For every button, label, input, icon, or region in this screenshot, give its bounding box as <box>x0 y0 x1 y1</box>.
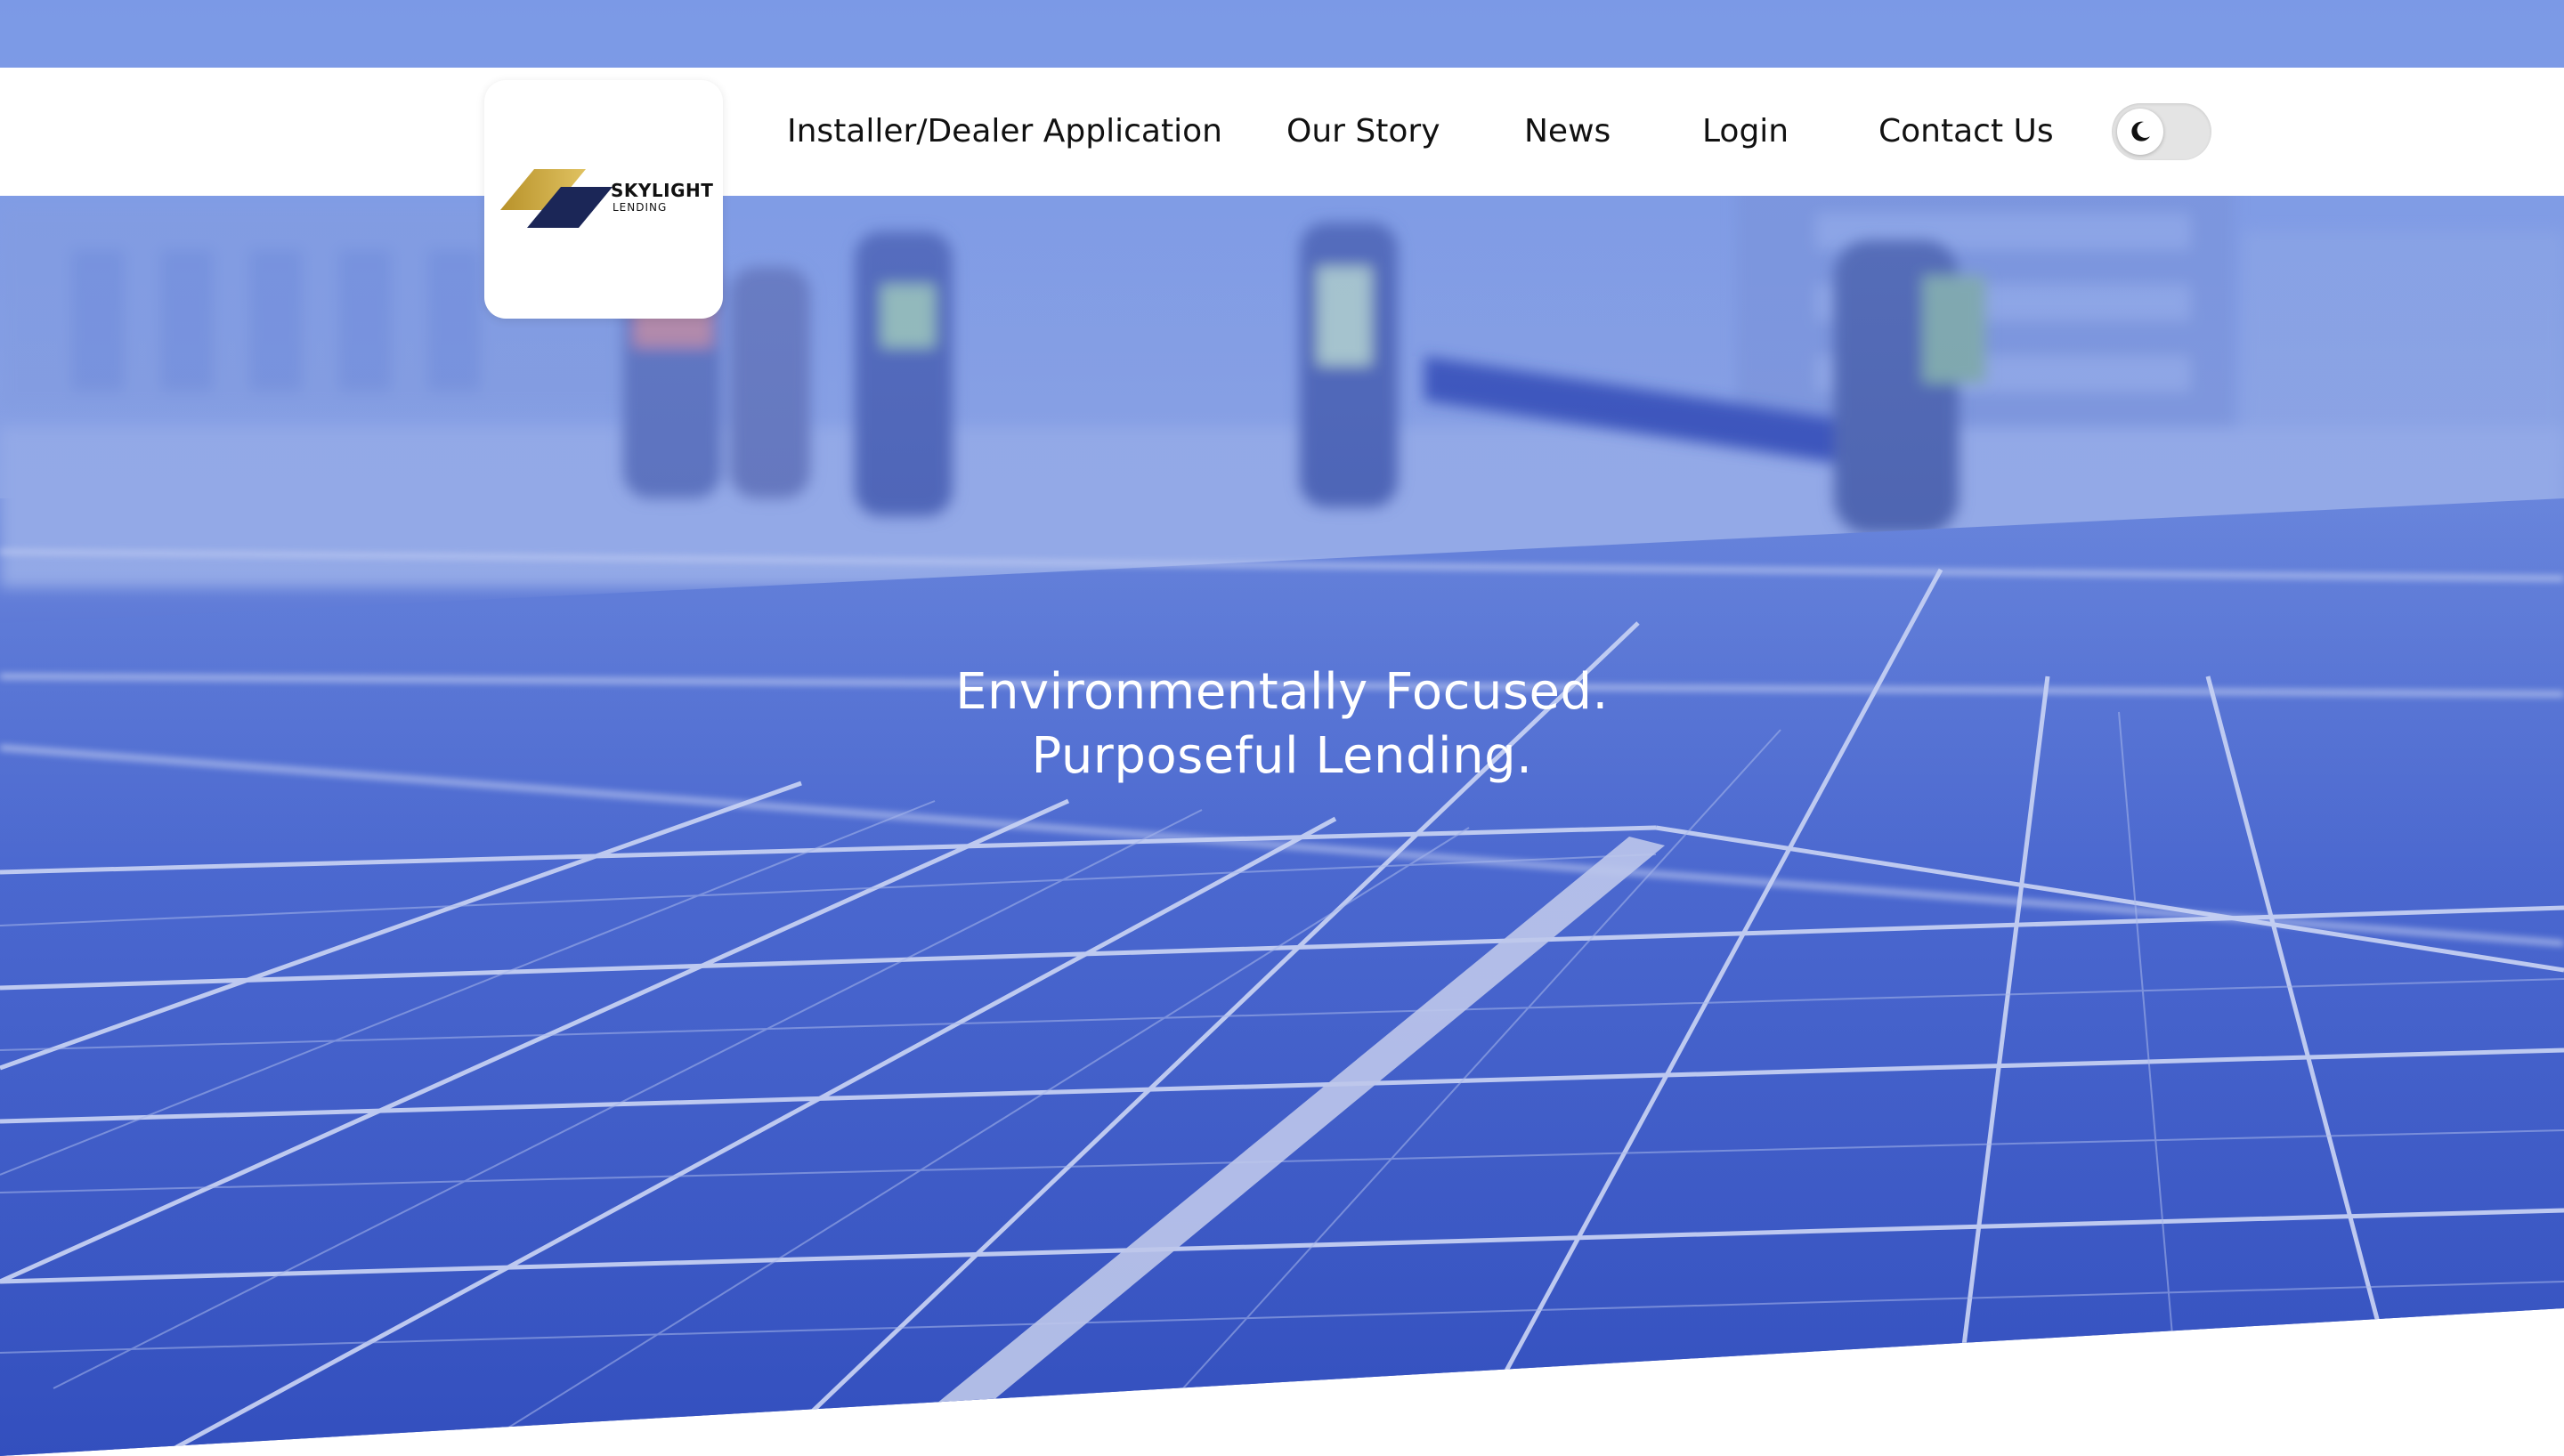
logo-subname: LENDING <box>613 201 668 214</box>
hero-tagline-line-2: Purposeful Lending. <box>1031 727 1533 785</box>
nav-link-login[interactable]: Login <box>1702 109 1789 155</box>
toggle-knob <box>2117 109 2163 155</box>
nav-link-contact-us[interactable]: Contact Us <box>1878 109 2054 155</box>
hero-tagline: Environmentally Focused. Purposeful Lend… <box>0 660 2564 789</box>
nav-link-our-story[interactable]: Our Story <box>1286 109 1440 155</box>
hero-tagline-line-1: Environmentally Focused. <box>955 663 1609 721</box>
moon-icon <box>2131 121 2150 142</box>
top-navigation-bar: SKYLIGHT LENDING Installer/Dealer Applic… <box>0 68 2564 319</box>
nav-link-installer-dealer-application[interactable]: Installer/Dealer Application <box>787 109 1222 155</box>
hero-section: Environmentally Focused. Purposeful Lend… <box>0 0 2564 1456</box>
nav-link-news[interactable]: News <box>1524 109 1611 155</box>
theme-toggle-switch[interactable] <box>2112 103 2211 160</box>
